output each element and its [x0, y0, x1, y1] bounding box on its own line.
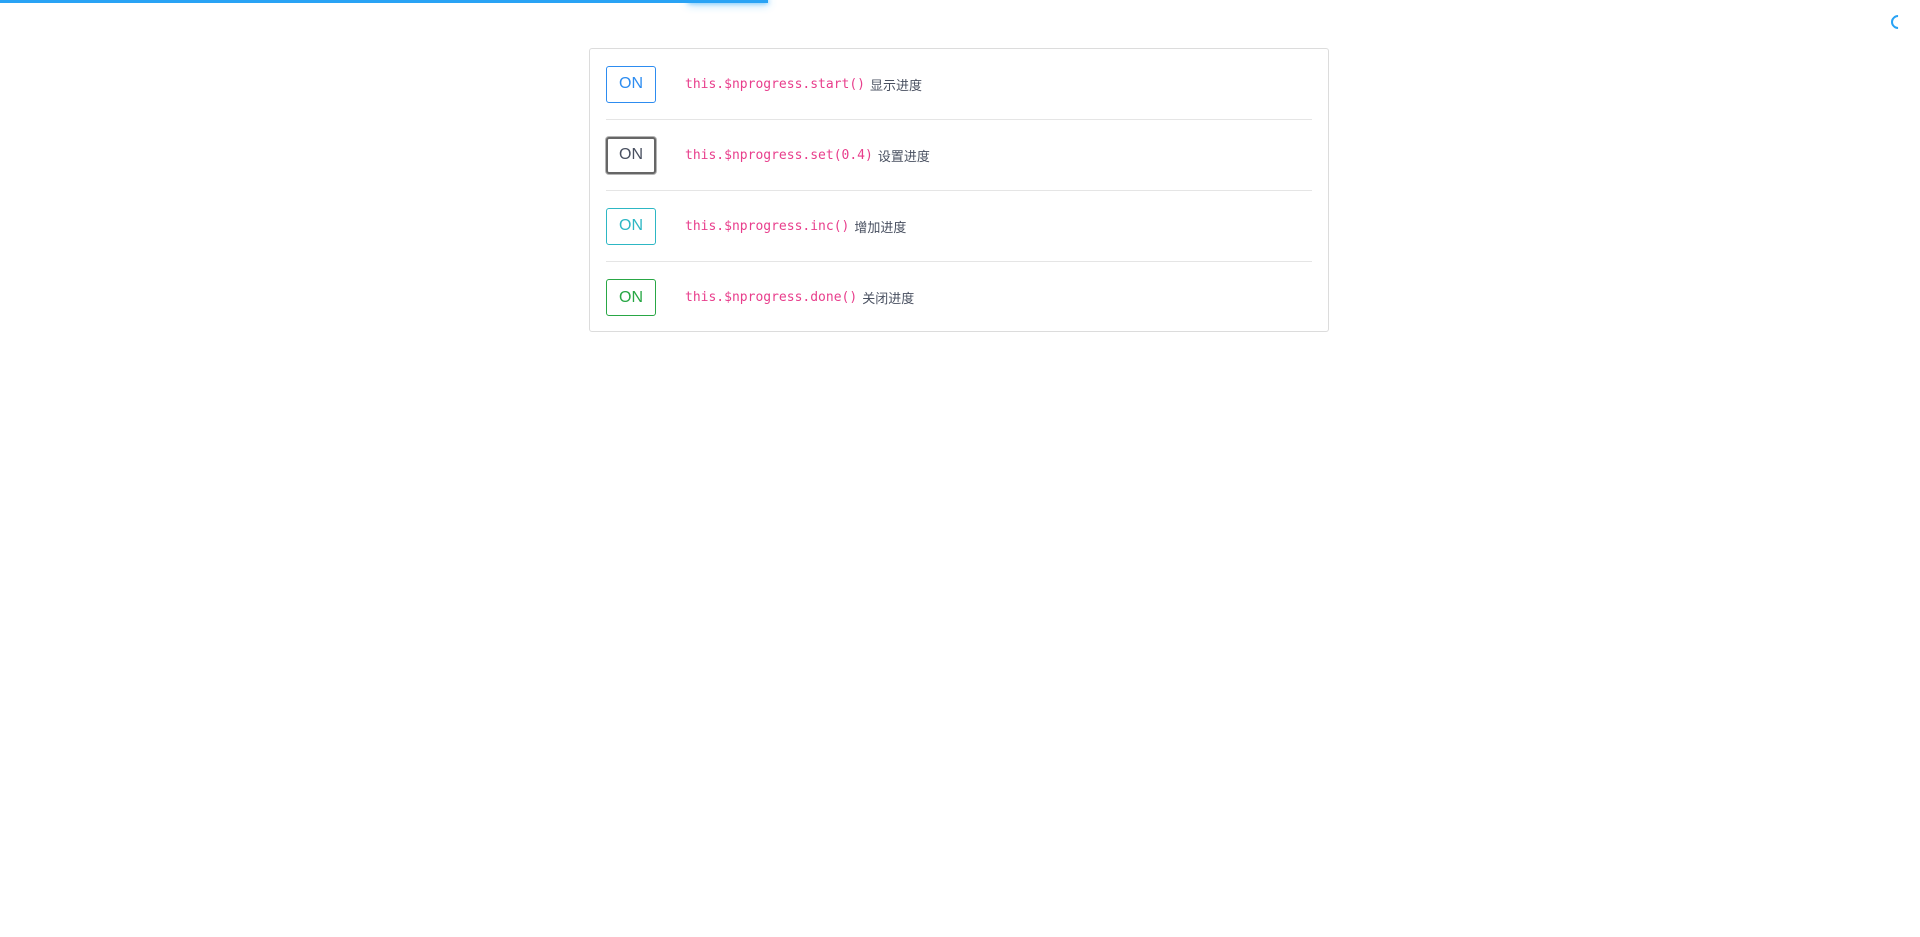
row-label: 设置进度	[877, 149, 930, 165]
code-snippet: this.$nprogress.start()	[685, 76, 866, 92]
row-description: this.$nprogress.inc() 增加进度	[685, 217, 906, 236]
action-list: ON this.$nprogress.start() 显示进度 ON this.…	[606, 49, 1312, 333]
row-description: this.$nprogress.start() 显示进度	[685, 75, 922, 94]
set-button[interactable]: ON	[606, 136, 656, 174]
list-item-done: ON this.$nprogress.done() 关闭进度	[606, 262, 1312, 333]
row-label: 增加进度	[854, 220, 907, 236]
row-label: 关闭进度	[862, 292, 915, 307]
row-description: this.$nprogress.done() 关闭进度	[685, 288, 914, 307]
progress-bar	[0, 0, 768, 3]
list-item-start: ON this.$nprogress.start() 显示进度	[606, 49, 1312, 120]
done-button[interactable]: ON	[606, 279, 656, 316]
row-description: this.$nprogress.set(0.4) 设置进度	[685, 146, 930, 165]
inc-button[interactable]: ON	[606, 207, 656, 245]
loading-spinner-icon	[1888, 12, 1908, 32]
progress-peg	[688, 0, 768, 3]
list-item-set: ON this.$nprogress.set(0.4) 设置进度	[606, 120, 1312, 191]
code-snippet: this.$nprogress.done()	[685, 290, 858, 305]
list-item-inc: ON this.$nprogress.inc() 增加进度	[606, 191, 1312, 262]
demo-panel: ON this.$nprogress.start() 显示进度 ON this.…	[589, 48, 1329, 332]
start-button[interactable]: ON	[606, 65, 656, 103]
row-label: 显示进度	[870, 78, 923, 94]
progress-track	[0, 0, 1920, 3]
code-snippet: this.$nprogress.set(0.4)	[685, 147, 873, 163]
code-snippet: this.$nprogress.inc()	[685, 218, 850, 234]
